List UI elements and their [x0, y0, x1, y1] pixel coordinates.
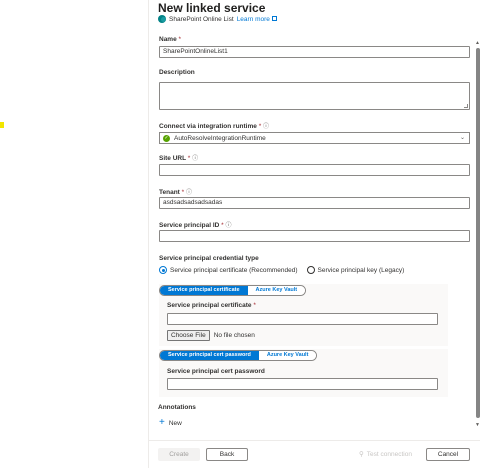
highlight-marker — [0, 122, 4, 128]
toggle-key-vault[interactable]: Azure Key Vault — [247, 286, 306, 295]
file-status: No file chosen — [213, 332, 255, 339]
vertical-scrollbar[interactable]: ▲ ▼ — [474, 28, 480, 438]
radio-key-label[interactable]: Service principal key (Legacy) — [318, 267, 405, 274]
annotations-label: Annotations — [158, 404, 196, 411]
toggle-password-key-vault[interactable]: Azure Key Vault — [258, 351, 317, 360]
info-icon[interactable]: ⓘ — [263, 124, 269, 130]
radio-certificate-label[interactable]: Service principal certificate (Recommend… — [170, 267, 298, 274]
principal-id-input[interactable] — [159, 230, 470, 242]
info-icon[interactable]: ⓘ — [226, 223, 232, 229]
cancel-button[interactable]: Cancel — [426, 448, 470, 461]
info-icon[interactable]: ⓘ — [192, 156, 198, 162]
panel-title: New linked service — [158, 1, 266, 15]
scroll-down-icon[interactable]: ▼ — [475, 422, 480, 428]
certificate-source-toggle: Service principal certificate Azure Key … — [159, 285, 307, 296]
principal-id-label: Service principal ID * ⓘ — [159, 222, 232, 229]
name-input[interactable]: SharePointOnlineList1 — [159, 46, 470, 58]
choose-file-button[interactable]: Choose File — [167, 330, 210, 341]
runtime-value: AutoResolveIntegrationRuntime — [174, 134, 266, 142]
new-annotation-button[interactable]: + New — [159, 417, 182, 428]
radio-key[interactable] — [306, 266, 315, 274]
external-link-icon — [271, 15, 277, 21]
runtime-label: Connect via integration runtime * ⓘ — [159, 123, 270, 130]
credential-type-radios: Service principal certificate (Recommend… — [159, 266, 404, 274]
site-url-input[interactable] — [159, 164, 470, 176]
panel-footer: Create Back ⚲ Test connection Cancel — [149, 440, 480, 468]
description-label: Description — [159, 69, 195, 76]
description-textarea[interactable] — [159, 82, 470, 110]
sharepoint-icon — [158, 15, 166, 23]
cert-password-label: Service principal cert password — [167, 368, 265, 375]
check-circle-icon: ✓ — [163, 134, 170, 142]
resize-handle-icon[interactable] — [464, 104, 468, 108]
credential-type-label: Service principal credential type — [159, 255, 259, 262]
plus-icon: + — [159, 417, 165, 428]
service-name: SharePoint Online List — [169, 15, 234, 23]
radio-certificate[interactable] — [159, 266, 167, 274]
linked-service-panel: New linked service SharePoint Online Lis… — [148, 0, 480, 468]
file-chooser: Choose File No file chosen — [167, 330, 255, 341]
password-source-toggle: Service principal cert password Azure Ke… — [159, 350, 318, 361]
toggle-certificate[interactable]: Service principal certificate — [160, 286, 248, 295]
tenant-label: Tenant * ⓘ — [159, 189, 192, 196]
runtime-select[interactable]: ✓ AutoResolveIntegrationRuntime ⌄ — [159, 132, 470, 144]
scroll-up-icon[interactable]: ▲ — [475, 40, 480, 46]
info-icon[interactable]: ⓘ — [186, 190, 192, 196]
cert-password-input[interactable] — [167, 378, 438, 390]
scrollbar-thumb[interactable] — [476, 48, 480, 418]
learn-more-link[interactable]: Learn more — [237, 15, 277, 23]
certificate-input[interactable] — [167, 313, 438, 325]
name-label: Name * — [159, 36, 182, 43]
certificate-label: Service principal certificate * — [167, 302, 256, 309]
create-button[interactable]: Create — [158, 448, 200, 461]
back-button[interactable]: Back — [206, 448, 248, 461]
service-subtitle: SharePoint Online List Learn more — [158, 15, 277, 23]
toggle-cert-password[interactable]: Service principal cert password — [160, 351, 259, 360]
test-connection-button[interactable]: ⚲ Test connection — [359, 448, 412, 461]
plug-icon: ⚲ — [359, 451, 364, 458]
tenant-input[interactable]: asdsadsadsadsadas — [159, 197, 470, 209]
site-url-label: Site URL * ⓘ — [159, 155, 199, 162]
new-annotation-label: New — [168, 419, 182, 427]
chevron-down-icon[interactable]: ⌄ — [460, 134, 465, 141]
